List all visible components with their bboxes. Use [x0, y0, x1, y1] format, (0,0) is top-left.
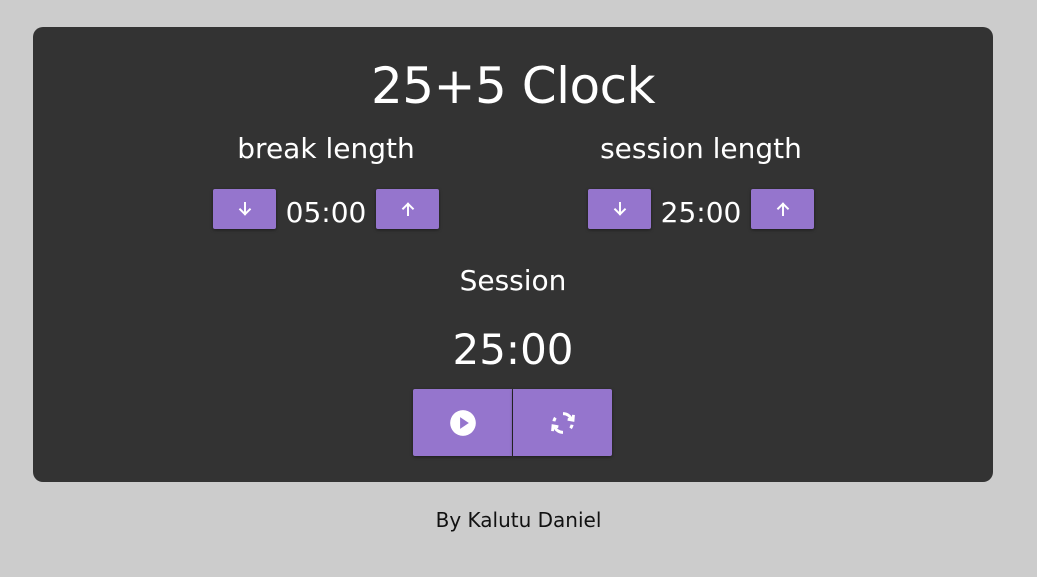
timer-label: Session [459, 264, 567, 297]
session-decrement-button[interactable] [588, 189, 651, 229]
session-length-label: session length [600, 132, 802, 165]
break-length-label: break length [237, 132, 415, 165]
arrow-up-icon [401, 202, 414, 216]
arrow-down-icon [613, 202, 626, 216]
session-length-value: 25:00 [660, 196, 742, 229]
app-title: 25+5 Clock [370, 57, 656, 115]
arrow-up-icon [776, 202, 789, 216]
break-decrement-button[interactable] [213, 189, 276, 229]
clock-card: 25+5 Clock break length session length 0… [33, 27, 993, 482]
time-left: 25:00 [452, 325, 574, 374]
play-circle-icon [449, 409, 476, 436]
author-credit: By Kalutu Daniel [435, 508, 602, 532]
refresh-icon [550, 411, 575, 434]
arrow-down-icon [238, 202, 251, 216]
break-increment-button[interactable] [376, 189, 439, 229]
start-stop-button[interactable] [413, 389, 512, 456]
session-increment-button[interactable] [751, 189, 814, 229]
break-length-value: 05:00 [285, 196, 367, 229]
reset-button[interactable] [513, 389, 612, 456]
